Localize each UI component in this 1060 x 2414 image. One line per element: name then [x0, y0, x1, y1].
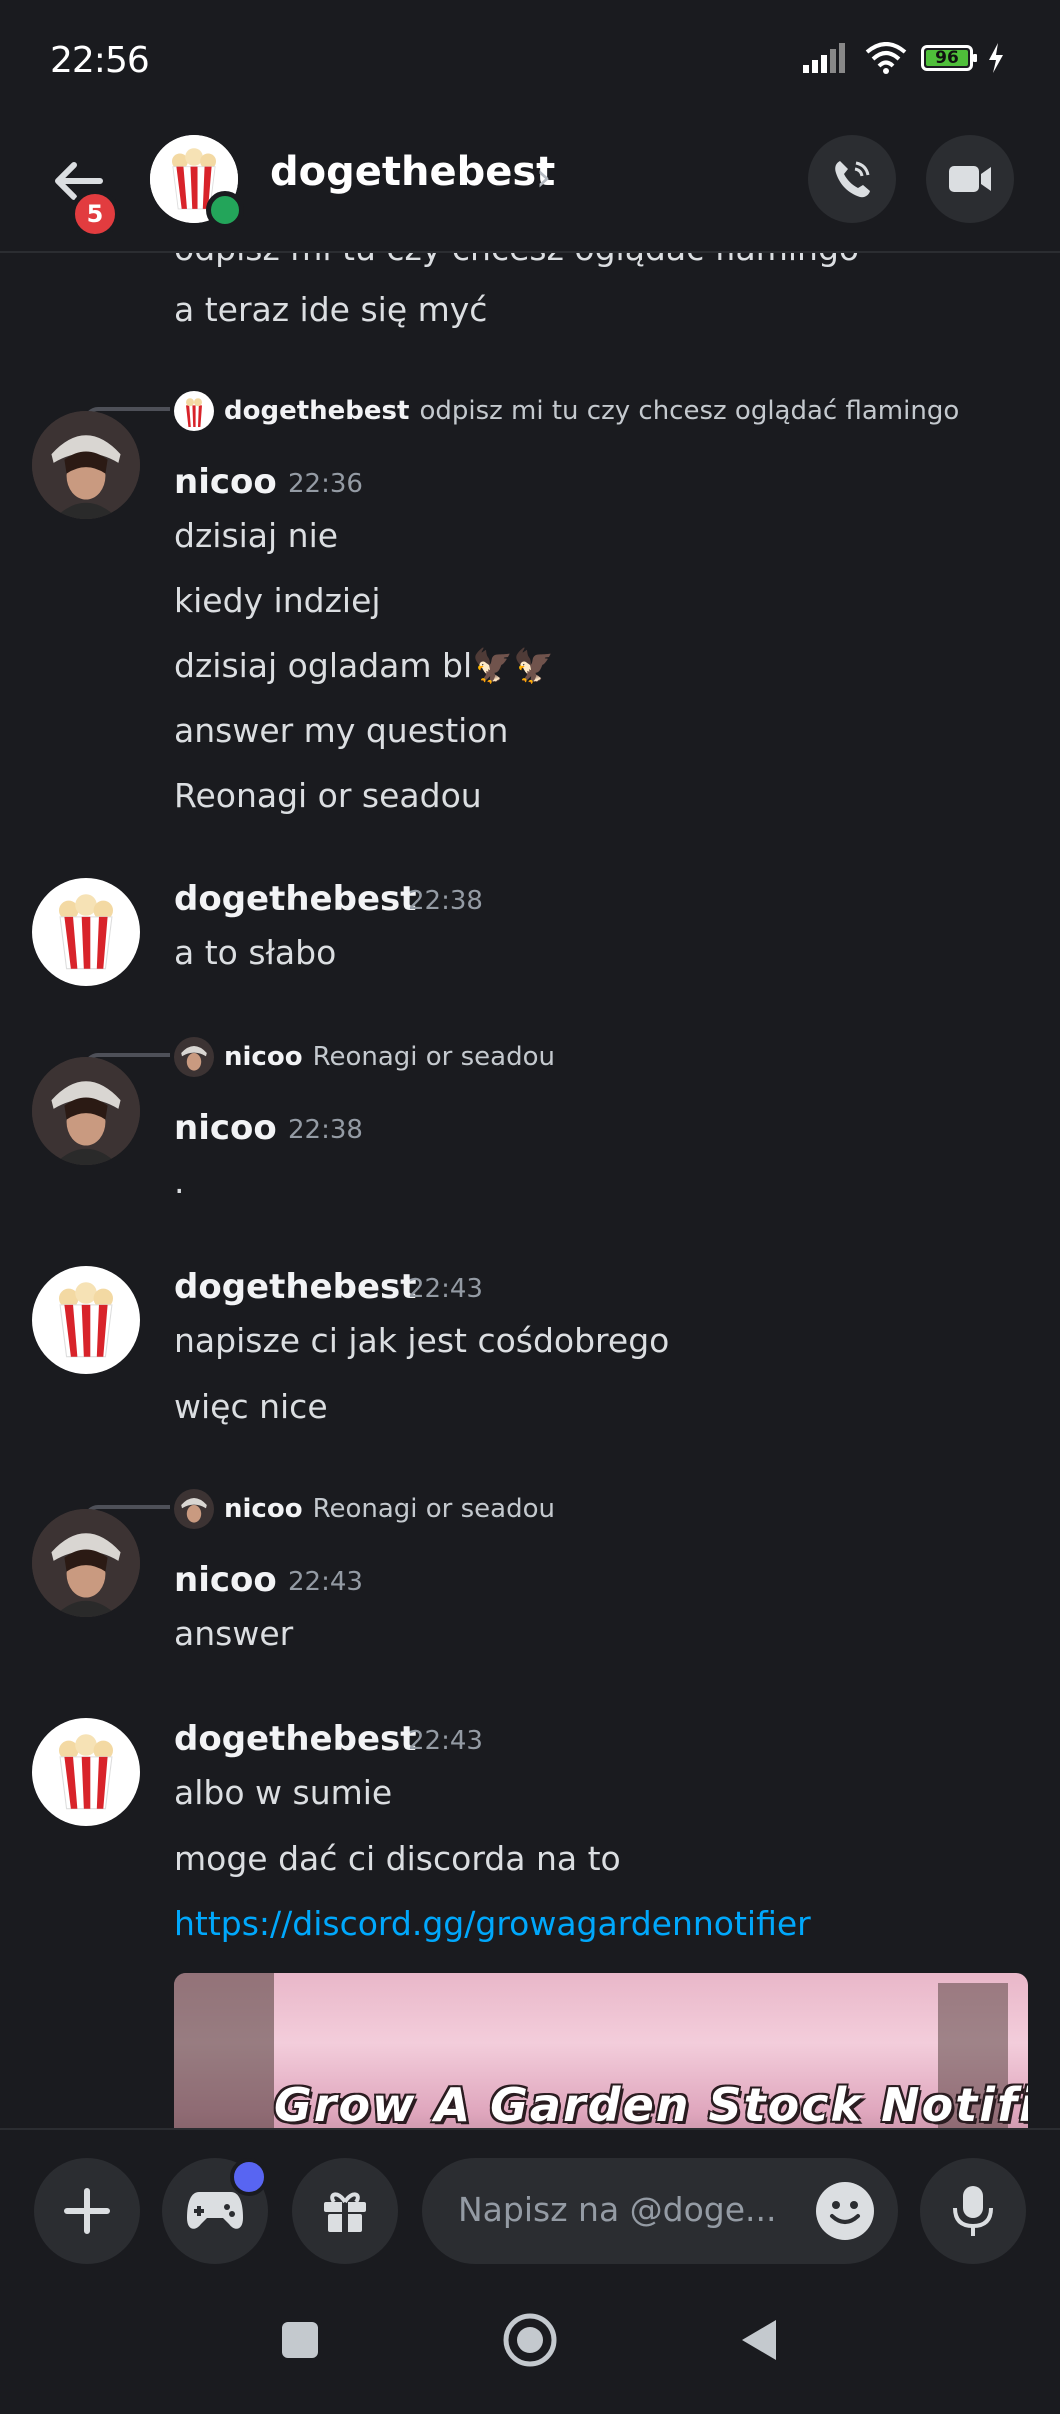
message-text: answer	[174, 1614, 294, 1653]
online-status-dot	[206, 191, 244, 229]
message-text: Reonagi or seadou	[174, 776, 482, 815]
message-text: więc nice	[174, 1387, 328, 1426]
message-timestamp: 22:43	[288, 1567, 363, 1597]
message-text: a to słabo	[174, 933, 337, 972]
header-username[interactable]: dogethebest	[270, 149, 555, 195]
triangle-icon	[742, 2320, 776, 2360]
avatar[interactable]	[32, 411, 140, 519]
activities-button[interactable]	[162, 2158, 268, 2264]
gamepad-icon	[187, 2192, 243, 2229]
unread-badge: 5	[70, 189, 120, 239]
popcorn-icon	[59, 1734, 113, 1810]
reply-author: nicoo	[224, 1494, 303, 1524]
charging-icon	[989, 43, 1003, 73]
message-text: odpisz mi tu czy chcesz oglądać flamingo	[174, 251, 859, 268]
avatar[interactable]	[32, 1057, 140, 1165]
square-icon	[282, 2322, 318, 2358]
message-author[interactable]: nicoo	[174, 462, 277, 502]
avatar[interactable]	[32, 878, 140, 986]
reply-preview[interactable]: nicoo Reonagi or seadou	[174, 1037, 555, 1077]
reply-avatar	[174, 1037, 214, 1077]
avatar[interactable]	[32, 1718, 140, 1826]
recents-button[interactable]	[278, 2318, 322, 2362]
chevron-right-icon[interactable]: ›	[536, 155, 551, 199]
message-timestamp: 22:38	[408, 886, 483, 916]
message-text: a teraz ide się myć	[174, 290, 488, 329]
message-timestamp: 22:43	[408, 1726, 483, 1756]
message-text: dzisiaj ogladam bl🦅🦅	[174, 646, 555, 685]
message-author[interactable]: dogethebest	[174, 1267, 417, 1307]
message-text: answer my question	[174, 711, 509, 750]
user-avatar-icon	[32, 1057, 140, 1165]
voice-message-button[interactable]	[920, 2158, 1026, 2264]
reply-preview[interactable]: nicoo Reonagi or seadou	[174, 1489, 555, 1529]
chat-header: 5 dogethebest ›	[0, 125, 1060, 253]
avatar[interactable]	[32, 1266, 140, 1374]
message-text: moge dać ci discorda na to	[174, 1839, 621, 1878]
message-author[interactable]: nicoo	[174, 1108, 277, 1148]
message-text: .	[174, 1162, 185, 1201]
signal-icon	[803, 43, 845, 73]
header-avatar[interactable]	[150, 135, 244, 229]
system-nav-bar	[0, 2278, 1060, 2414]
video-icon	[949, 166, 991, 192]
avatar[interactable]	[32, 1509, 140, 1617]
message-text: kiedy indziej	[174, 581, 381, 620]
message-author[interactable]: nicoo	[174, 1560, 277, 1600]
reply-author: dogethebest	[224, 396, 410, 426]
message-author[interactable]: dogethebest	[174, 1719, 417, 1759]
message-timestamp: 22:43	[408, 1274, 483, 1304]
video-call-button[interactable]	[926, 135, 1014, 223]
status-icons: 96	[803, 42, 1005, 74]
user-avatar-icon	[32, 411, 140, 519]
reply-text: odpisz mi tu czy chcesz oglądać flamingo	[419, 396, 960, 426]
home-button[interactable]	[502, 2312, 558, 2368]
wifi-icon	[865, 42, 907, 74]
popcorn-icon	[59, 1282, 113, 1358]
voice-call-button[interactable]	[808, 135, 896, 223]
battery-level: 96	[935, 48, 959, 68]
link-embed-image[interactable]: Grow A Garden Stock Notifier	[174, 1973, 1028, 2128]
emoji-icon[interactable]	[816, 2182, 874, 2240]
gift-icon	[324, 2192, 366, 2232]
back-nav-button[interactable]	[736, 2316, 780, 2364]
message-author[interactable]: dogethebest	[174, 879, 417, 919]
notification-dot	[230, 2158, 268, 2196]
plus-icon	[64, 2188, 110, 2234]
embed-title: Grow A Garden Stock Notifier	[274, 2078, 1028, 2128]
message-text: dzisiaj nie	[174, 516, 339, 555]
reply-preview[interactable]: dogethebest odpisz mi tu czy chcesz oglą…	[174, 391, 959, 431]
reply-avatar	[174, 1489, 214, 1529]
phone-icon	[835, 161, 870, 198]
message-input-placeholder: Napisz na @doge...	[458, 2190, 777, 2229]
mic-icon	[953, 2186, 993, 2236]
reply-text: Reonagi or seadou	[312, 1494, 555, 1524]
add-attachment-button[interactable]	[34, 2158, 140, 2264]
message-list[interactable]: odpisz mi tu czy chcesz oglądać flamingo…	[0, 251, 1060, 2128]
status-bar: 22:56 96	[0, 0, 1060, 125]
message-timestamp: 22:36	[288, 469, 363, 499]
reply-avatar	[174, 391, 214, 431]
battery-icon: 96	[921, 45, 977, 71]
composer-bar: Napisz na @doge...	[0, 2128, 1060, 2280]
clock: 22:56	[50, 40, 150, 81]
popcorn-icon	[59, 894, 113, 970]
user-avatar-icon	[32, 1509, 140, 1617]
message-input[interactable]: Napisz na @doge...	[422, 2158, 898, 2264]
gift-button[interactable]	[292, 2158, 398, 2264]
message-text: napisze ci jak jest cośdobrego	[174, 1321, 670, 1360]
reply-text: Reonagi or seadou	[312, 1042, 555, 1072]
reply-author: nicoo	[224, 1042, 303, 1072]
message-timestamp: 22:38	[288, 1115, 363, 1145]
message-text: albo w sumie	[174, 1773, 393, 1812]
circle-icon	[503, 2313, 557, 2367]
invite-link[interactable]: https://discord.gg/growagardennotifier	[174, 1904, 811, 1943]
